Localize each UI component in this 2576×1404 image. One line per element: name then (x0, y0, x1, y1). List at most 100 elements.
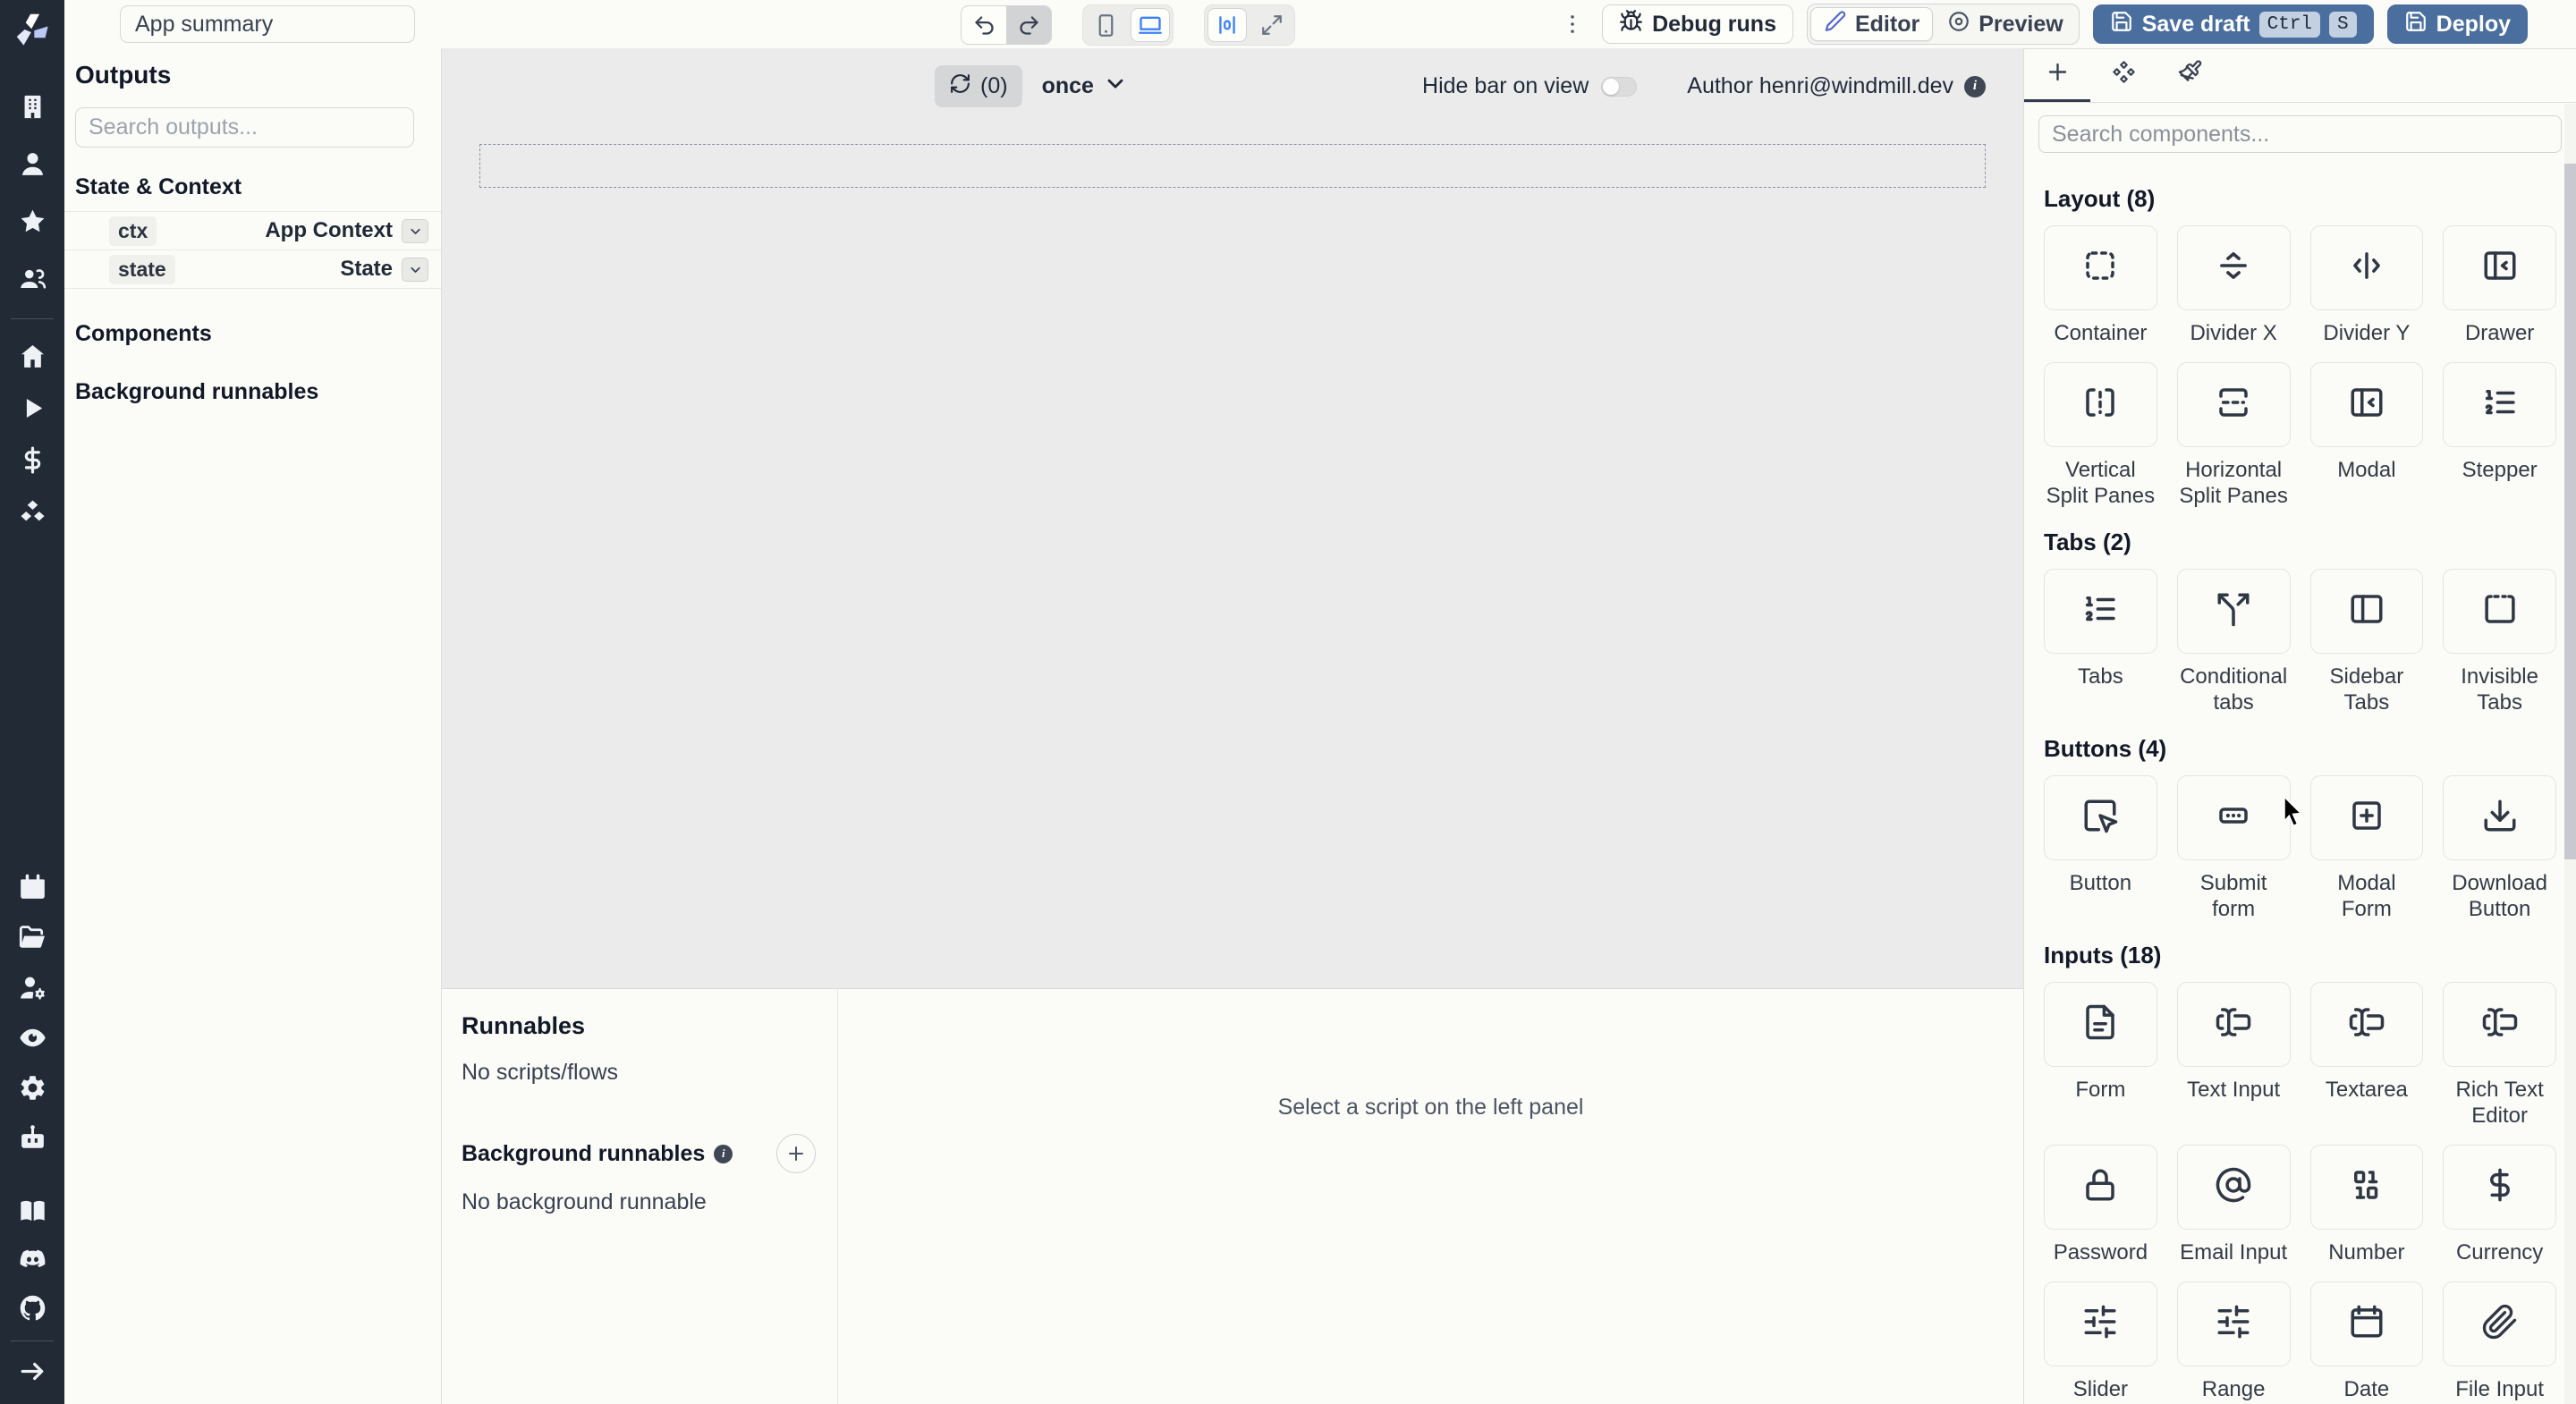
component-card-number[interactable]: Number (2309, 1145, 2424, 1265)
sidebar-play-button[interactable] (14, 393, 50, 428)
component-card-slider[interactable]: Slider (2044, 1281, 2157, 1402)
search-outputs-input[interactable] (75, 107, 414, 148)
component-card-conditional-tabs[interactable]: Conditional tabs (2176, 569, 2291, 715)
no-scripts-label: No scripts/flows (462, 1060, 619, 1085)
sidebar-settings-button[interactable] (14, 1072, 50, 1108)
component-card-email-input[interactable]: Email Input (2176, 1145, 2291, 1265)
fullscreen-button[interactable] (1252, 8, 1292, 42)
component-card-stepper[interactable]: Stepper (2443, 362, 2556, 509)
sidebar-calendar-button[interactable] (14, 872, 50, 908)
component-card-modal[interactable]: Modal (2309, 362, 2424, 509)
windmill-logo-icon[interactable] (12, 9, 53, 50)
component-card-sidebar-tabs[interactable]: Sidebar Tabs (2309, 569, 2424, 715)
save-draft-button[interactable]: Save draft Ctrl S (2092, 4, 2374, 44)
frequency-dropdown[interactable]: once (1042, 71, 1128, 102)
component-card-rich-text-editor[interactable]: Rich Text Editor (2443, 982, 2556, 1129)
component-card-form[interactable]: Form (2044, 982, 2157, 1129)
stepper-icon (2481, 384, 2519, 426)
sidebar-dollar-button[interactable] (14, 444, 50, 480)
discord-icon (18, 1245, 47, 1279)
app-summary-input[interactable] (120, 5, 415, 43)
panel-tab-plus[interactable] (2024, 49, 2090, 102)
component-label: Tabs (2078, 664, 2123, 689)
deploy-button[interactable]: Deploy (2386, 4, 2528, 44)
component-card-drawer[interactable]: Drawer (2443, 225, 2556, 346)
component-card-range[interactable]: Range (2176, 1281, 2291, 1402)
chevron-down-icon[interactable] (402, 257, 428, 282)
more-menu-button[interactable] (1556, 4, 1589, 44)
preview-tab[interactable]: Preview (1935, 7, 2076, 41)
component-card-textarea[interactable]: Textarea (2309, 982, 2424, 1129)
info-icon[interactable]: i (714, 1144, 733, 1163)
component-card-date[interactable]: Date (2309, 1281, 2424, 1402)
button-icon (2081, 797, 2119, 839)
component-card-vertical-split-panes[interactable]: Vertical Split Panes (2044, 362, 2157, 509)
sidebar-star-button[interactable] (14, 206, 50, 241)
sidebar-folder-open-button[interactable] (14, 922, 50, 958)
scrollbar-track[interactable] (2564, 104, 2576, 1404)
chevron-down-icon[interactable] (402, 218, 428, 243)
search-components-input[interactable] (2038, 115, 2562, 153)
component-card-modal-form[interactable]: Modal Form (2309, 775, 2424, 922)
hide-bar-toggle[interactable] (1601, 76, 1638, 97)
component-card-download-button[interactable]: Download Button (2443, 775, 2556, 922)
drawer-icon (2481, 247, 2519, 289)
desktop-view-button[interactable] (1131, 8, 1170, 42)
undo-button[interactable] (962, 6, 1006, 44)
section-title-layout-8-: Layout (8) (2044, 185, 2156, 212)
refresh-icon (949, 72, 971, 101)
sidebar-home-button[interactable] (14, 341, 50, 376)
date-icon (2348, 1303, 2385, 1345)
component-card-password[interactable]: Password (2044, 1145, 2157, 1265)
component-label: Modal (2337, 458, 2396, 482)
component-card-divider-y[interactable]: Divider Y (2309, 225, 2424, 346)
sidebar-user-cog-button[interactable] (14, 972, 50, 1008)
eye-icon (18, 1023, 47, 1057)
background-runnables-section-title: Background runnables (75, 379, 319, 404)
redo-button[interactable] (1006, 6, 1051, 44)
sidebar-eye-button[interactable] (14, 1022, 50, 1058)
sidebar-boxes-button[interactable] (14, 496, 50, 532)
component-label: Modal Form (2337, 871, 2396, 921)
section-title-buttons-4-: Buttons (4) (2044, 735, 2167, 762)
save-icon (2110, 10, 2133, 39)
center-align-button[interactable] (1208, 8, 1247, 42)
component-card-horizontal-split-panes[interactable]: Horizontal Split Panes (2176, 362, 2291, 509)
editor-tab[interactable]: Editor (1809, 7, 1934, 41)
debug-runs-button[interactable]: Debug runs (1602, 4, 1793, 44)
panel-tab-brush[interactable] (2157, 49, 2223, 102)
add-background-runnable-button[interactable] (776, 1134, 816, 1173)
component-card-currency[interactable]: Currency (2443, 1145, 2556, 1265)
component-card-tabs[interactable]: Tabs (2044, 569, 2157, 715)
sidebar-github-button[interactable] (14, 1292, 50, 1328)
divider-y-icon (2348, 247, 2385, 289)
output-row-state[interactable]: state State (64, 250, 441, 289)
scrollbar-thumb[interactable] (2564, 164, 2576, 859)
component-card-button[interactable]: Button (2044, 775, 2157, 922)
brush-icon (2177, 59, 2203, 89)
save-icon (2404, 10, 2428, 39)
component-card-divider-x[interactable]: Divider X (2176, 225, 2291, 346)
component-card-file-input[interactable]: File Input (2443, 1281, 2556, 1402)
sidebar-bot-button[interactable] (14, 1122, 50, 1158)
sidebar-community-button[interactable] (14, 263, 50, 299)
component-card-submit-form[interactable]: Submit form (2176, 775, 2291, 922)
component-label: Vertical Split Panes (2046, 458, 2156, 508)
sidebar-arrow-right-button[interactable] (14, 1356, 50, 1391)
mobile-view-button[interactable] (1086, 8, 1125, 42)
sidebar-tabs-icon (2348, 590, 2385, 632)
app-canvas[interactable]: (0) once Hide bar on view Author henri@w… (442, 48, 2023, 988)
component-card-invisible-tabs[interactable]: Invisible Tabs (2443, 569, 2556, 715)
component-card-container[interactable]: Container (2044, 225, 2157, 346)
component-card-text-input[interactable]: Text Input (2176, 982, 2291, 1129)
sidebar-discord-button[interactable] (14, 1244, 50, 1280)
sidebar-building-button[interactable] (14, 91, 50, 127)
canvas-dropzone[interactable] (479, 144, 1986, 188)
panel-tab-components[interactable] (2090, 49, 2157, 102)
sidebar-user-button[interactable] (14, 148, 50, 184)
component-label: Button (2069, 871, 2132, 895)
output-row-ctx[interactable]: ctx App Context (64, 212, 441, 250)
recompute-button[interactable]: (0) (935, 65, 1022, 107)
sidebar-book-button[interactable] (14, 1196, 50, 1231)
info-icon[interactable]: i (1964, 75, 1986, 97)
